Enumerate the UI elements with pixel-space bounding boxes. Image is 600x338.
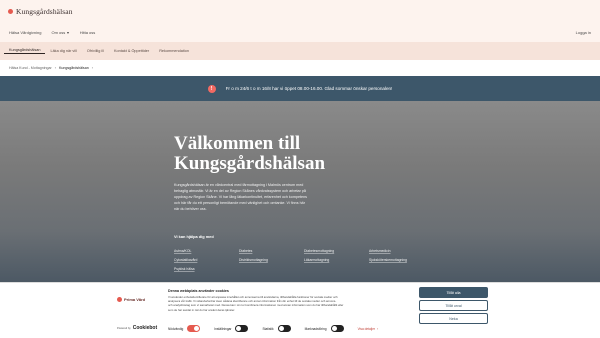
sub-nav: Kungsgårdshälsan Läka dig när vill Ofriv… [0, 42, 600, 60]
cookie-brand-logo: Prima Vård [117, 297, 145, 302]
site-header: Kungsgårdshälsan Hälsa Vårdgivning Om os… [0, 0, 600, 42]
logo-mark-icon [8, 9, 13, 14]
consent-toggles: Nödvändig Inställningar Statistik Markna… [168, 325, 378, 332]
brand-mark-icon [117, 297, 122, 302]
intro-text: Kungsgårdshälsan är en vårdcentral med f… [174, 182, 372, 212]
toggle-label: Marknadsföring [304, 326, 327, 331]
sub-nav-item-2[interactable]: Läka dig när vill [45, 49, 81, 53]
page-title: Välkommen till Kungsgårdshälsan [174, 134, 434, 174]
page-title-line: Kungsgårdshälsan [174, 153, 326, 174]
cookie-description: Vi använder enhetsidentifierare för att … [168, 295, 410, 312]
toggle-marketing: Marknadsföring [305, 325, 344, 332]
service-link[interactable]: Läkarmottagning [304, 258, 369, 262]
toggle-switch-statistics[interactable] [277, 325, 291, 332]
allow-selection-button[interactable]: Tillåt urval [419, 300, 488, 311]
sub-nav-item-home[interactable]: Kungsgårdshälsan [4, 48, 46, 54]
chevron-down-icon: ▼ [66, 31, 70, 35]
toggle-necessary: Nödvändig [168, 325, 201, 332]
toggle-label: Statistik [262, 326, 274, 331]
show-details-link[interactable]: Visa detaljer › [358, 327, 379, 331]
chevron-right-icon: › [54, 66, 56, 70]
sub-nav-item-contact[interactable]: Kontakt & Öppettider [109, 49, 154, 53]
powered-by-label: Powered by [117, 326, 131, 330]
toggle-label: Inställningar [214, 326, 232, 331]
sub-nav-item-5[interactable]: Rekommendation [154, 49, 194, 53]
sub-nav-item-3[interactable]: Ofrivillig ill [82, 49, 109, 53]
toggle-switch-preferences[interactable] [235, 325, 249, 332]
site-logo[interactable]: Kungsgårdshälsan [8, 7, 73, 16]
chevron-right-icon: › [377, 326, 379, 331]
page-title-line: Välkommen till [174, 133, 301, 154]
toggle-preferences: Inställningar [214, 325, 249, 332]
cookie-banner: Prima Vård Powered by Cookiebot Denna we… [0, 282, 600, 338]
top-nav-label: Om oss [51, 30, 66, 35]
alert-icon: ! [207, 84, 216, 93]
service-link[interactable]: Diabetesmottagning [304, 249, 369, 253]
top-nav-item-halsa[interactable]: Hälsa Vårdgivning [9, 30, 41, 35]
deny-button[interactable]: Neka [419, 313, 488, 324]
service-link[interactable]: Astma/KOL [174, 249, 239, 253]
show-details-label: Visa detaljer [357, 326, 376, 331]
service-link[interactable]: Diabetes [239, 249, 304, 253]
breadcrumb: Hälsa Kund - Mottagningar › Kungsgårdshä… [9, 66, 93, 70]
toggle-switch-marketing[interactable] [330, 325, 344, 332]
logo-text: Kungsgårdshälsan [16, 7, 73, 16]
chevron-right-icon: › [91, 66, 93, 70]
service-link[interactable]: Arbetsmedicin [369, 249, 434, 253]
service-link[interactable]: Sjuksköterskemottagning [369, 258, 434, 262]
cookie-brand-text: Prima Vård [124, 297, 146, 302]
alert-text: Fr o m 24/6 t o m 16/8 har vi öppet 08.0… [225, 86, 393, 91]
toggle-statistics: Statistik [262, 325, 291, 332]
services-list: Astma/KOL Diabetes Diabetesmottagning Ar… [174, 249, 434, 271]
services-heading: Vi kan hjälpa dig med [174, 234, 214, 239]
cookie-text-line: som de har samlat in när du har använt d… [168, 307, 236, 312]
toggle-switch-necessary[interactable] [187, 325, 201, 332]
login-link[interactable]: Logga in [576, 30, 591, 35]
service-link[interactable]: Cytostatikavård [174, 258, 239, 262]
top-nav: Hälsa Vårdgivning Om oss▼ Hitta oss [9, 30, 95, 35]
top-nav-item-hitta-oss[interactable]: Hitta oss [80, 30, 96, 35]
cookie-title: Denna webbplats använder cookies [168, 289, 229, 293]
cookiebot-logo: Cookiebot [132, 325, 158, 331]
powered-by-cookiebot[interactable]: Powered by Cookiebot [117, 325, 157, 331]
breadcrumb-item[interactable]: Hälsa Kund - Mottagningar [9, 66, 52, 70]
service-link[interactable]: Distriktsmottagning [239, 258, 304, 262]
intro-line: när du behöver oss. [174, 207, 207, 211]
accept-all-button[interactable]: Tillåt alla [419, 287, 488, 298]
service-link[interactable]: Psykisk hälsa [174, 267, 239, 271]
top-nav-item-om-oss[interactable]: Om oss▼ [51, 30, 69, 35]
breadcrumb-current: Kungsgårdshälsan [58, 66, 89, 70]
alert-banner: ! Fr o m 24/6 t o m 16/8 har vi öppet 08… [0, 76, 600, 101]
toggle-label: Nödvändig [168, 326, 184, 331]
